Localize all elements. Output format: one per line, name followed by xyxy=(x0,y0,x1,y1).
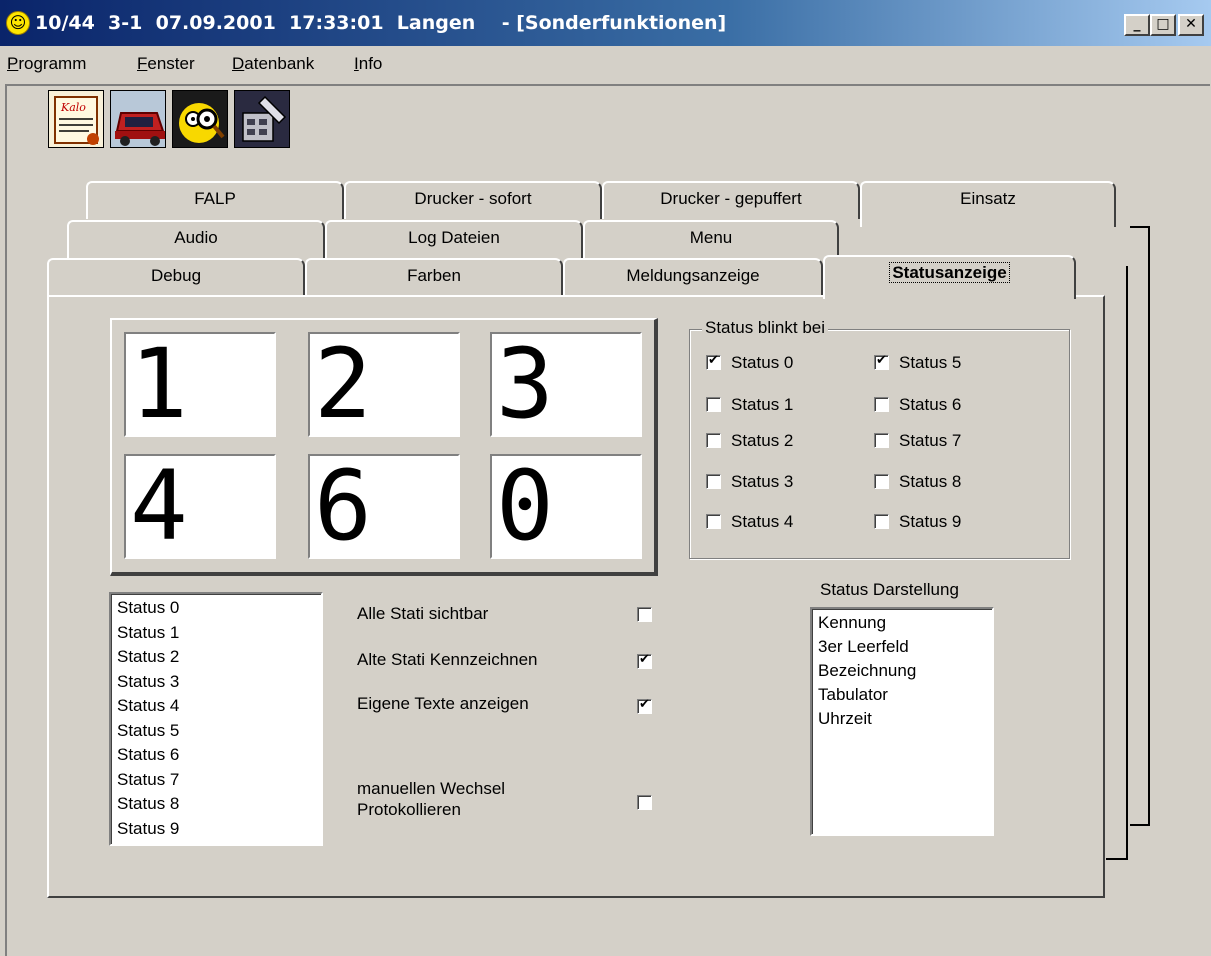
option-alle-stati-label: Alle Stati sichtbar xyxy=(357,604,489,623)
tab-audio[interactable]: Audio xyxy=(67,220,325,258)
tab-einsatz[interactable]: Einsatz xyxy=(860,181,1116,227)
status-darstellung-listbox[interactable]: Kennung 3er Leerfeld Bezeichnung Tabulat… xyxy=(810,607,994,836)
blink-status-7-checkbox[interactable]: Status 7 xyxy=(874,430,961,451)
blink-status-5-checkbox[interactable]: Status 5 xyxy=(874,352,961,373)
car-icon[interactable] xyxy=(110,90,166,148)
tab-farben[interactable]: Farben xyxy=(305,258,563,296)
blink-status-2-checkbox[interactable]: Status 2 xyxy=(706,430,793,451)
maximize-button[interactable]: □ xyxy=(1150,14,1176,36)
option-alte-stati-label: Alte Stati Kennzeichnen xyxy=(357,650,538,669)
list-item[interactable]: Kennung xyxy=(818,611,986,635)
status-cell[interactable]: 0 xyxy=(490,454,642,559)
menu-datenbank[interactable]: Datenbank xyxy=(232,54,314,74)
window-title: 10/44 3-1 07.09.2001 17:33:01 Langen - [… xyxy=(35,12,727,34)
tab-debug[interactable]: Debug xyxy=(47,258,305,296)
blink-status-0-checkbox[interactable]: Status 0 xyxy=(706,352,793,373)
list-item[interactable]: Status 3 xyxy=(117,670,315,695)
document-icon[interactable]: Kalo xyxy=(48,90,104,148)
option-manuellen-wechsel-label: manuellen Wechsel Protokollieren xyxy=(357,779,506,819)
option-eigene-texte-label: Eigene Texte anzeigen xyxy=(357,694,529,713)
tab-drucker-sofort[interactable]: Drucker - sofort xyxy=(344,181,602,219)
tab-page-shadow xyxy=(1106,266,1128,860)
list-item[interactable]: Status 2 xyxy=(117,645,315,670)
manuellen-wechsel-protokollieren-checkbox[interactable] xyxy=(637,792,652,812)
status-cell[interactable]: 1 xyxy=(124,332,276,437)
status-cell[interactable]: 6 xyxy=(308,454,460,559)
eigene-texte-anzeigen-checkbox[interactable] xyxy=(637,696,652,716)
list-item[interactable]: Status 4 xyxy=(117,694,315,719)
tab-drucker-gepuffert[interactable]: Drucker - gepuffert xyxy=(602,181,860,219)
alte-stati-kennzeichnen-checkbox[interactable] xyxy=(637,651,652,671)
list-item[interactable]: Uhrzeit xyxy=(818,707,986,731)
list-item[interactable]: Status 0 xyxy=(117,596,315,621)
tab-log-dateien[interactable]: Log Dateien xyxy=(325,220,583,258)
status-darstellung-label: Status Darstellung xyxy=(820,580,959,599)
list-item[interactable]: 3er Leerfeld xyxy=(818,635,986,659)
status-cell[interactable]: 2 xyxy=(308,332,460,437)
tab-meldungsanzeige[interactable]: Meldungsanzeige xyxy=(563,258,823,296)
status-cell[interactable]: 3 xyxy=(490,332,642,437)
list-item[interactable]: Status 1 xyxy=(117,621,315,646)
blink-status-9-checkbox[interactable]: Status 9 xyxy=(874,511,961,532)
title-bar[interactable]: ☺ 10/44 3-1 07.09.2001 17:33:01 Langen -… xyxy=(0,0,1211,46)
blink-status-6-checkbox[interactable]: Status 6 xyxy=(874,394,961,415)
status-blink-legend: Status blinkt bei xyxy=(702,318,829,338)
tab-statusanzeige[interactable]: Statusanzeige xyxy=(823,255,1076,299)
tab-page-shadow-back xyxy=(1130,226,1150,826)
search-face-icon[interactable] xyxy=(172,90,228,148)
blink-status-1-checkbox[interactable]: Status 1 xyxy=(706,394,793,415)
blink-status-8-checkbox[interactable]: Status 8 xyxy=(874,471,961,492)
list-item[interactable]: Status 5 xyxy=(117,719,315,744)
list-item[interactable]: Bezeichnung xyxy=(818,659,986,683)
tools-icon[interactable] xyxy=(234,90,290,148)
menu-bar: Programm Fenster Datenbank Info xyxy=(0,50,1211,78)
close-button[interactable]: ✕ xyxy=(1178,14,1204,36)
list-item[interactable]: Status 6 xyxy=(117,743,315,768)
list-item[interactable]: Status 9 xyxy=(117,817,315,842)
status-cell[interactable]: 4 xyxy=(124,454,276,559)
menu-fenster[interactable]: Fenster xyxy=(137,54,195,74)
blink-status-4-checkbox[interactable]: Status 4 xyxy=(706,511,793,532)
list-item[interactable]: Status 8 xyxy=(117,792,315,817)
status-number-grid: 1 2 3 4 6 0 xyxy=(110,318,658,576)
blink-status-3-checkbox[interactable]: Status 3 xyxy=(706,471,793,492)
alle-stati-sichtbar-checkbox[interactable] xyxy=(637,604,652,624)
status-listbox[interactable]: Status 0 Status 1 Status 2 Status 3 Stat… xyxy=(109,592,323,846)
tab-menu[interactable]: Menu xyxy=(583,220,839,258)
tab-falp[interactable]: FALP xyxy=(86,181,344,219)
svg-text:Kalo: Kalo xyxy=(60,101,86,114)
list-item[interactable]: Status 7 xyxy=(117,768,315,793)
menu-programm[interactable]: Programm xyxy=(7,54,86,74)
smiley-app-icon[interactable]: ☺ xyxy=(6,11,30,35)
menu-info[interactable]: Info xyxy=(354,54,382,74)
list-item[interactable]: Tabulator xyxy=(818,683,986,707)
minimize-button[interactable]: _ xyxy=(1124,14,1150,36)
